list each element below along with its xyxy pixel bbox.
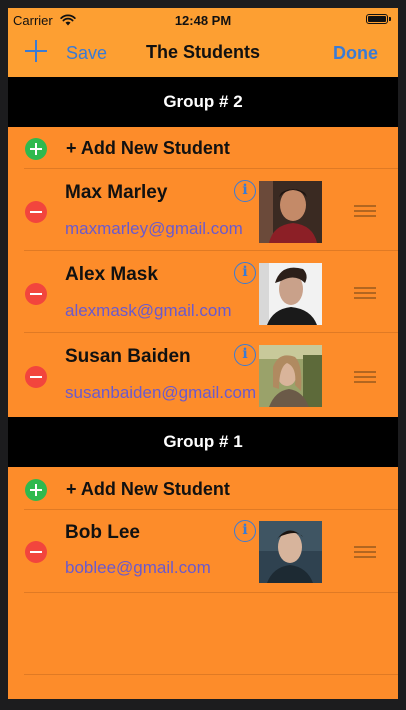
section-header-group-2: Group # 2 (8, 77, 398, 127)
delete-circle-icon[interactable] (25, 366, 47, 388)
status-bar: Carrier 12:48 PM (8, 8, 398, 30)
student-photo (259, 263, 322, 325)
student-name: Alex Mask (65, 264, 158, 285)
student-email: maxmarley@gmail.com (65, 219, 243, 238)
student-name: Max Marley (65, 182, 168, 203)
student-name: Bob Lee (65, 522, 140, 543)
add-student-row[interactable]: + Add New Student (8, 467, 398, 509)
navigation-bar: Save The Students Done (8, 30, 398, 77)
student-photo (259, 521, 322, 583)
add-student-row[interactable]: + Add New Student (8, 127, 398, 168)
info-icon[interactable]: i (234, 180, 256, 202)
student-email: alexmask@gmail.com (65, 301, 232, 320)
battery-icon (366, 14, 391, 24)
student-email: boblee@gmail.com (65, 558, 211, 577)
student-photo (259, 345, 322, 407)
student-photo (259, 181, 322, 243)
status-time: 12:48 PM (174, 13, 232, 28)
delete-circle-icon[interactable] (25, 541, 47, 563)
reorder-grip-icon[interactable] (354, 371, 376, 383)
info-icon[interactable]: i (234, 520, 256, 542)
reorder-grip-icon[interactable] (354, 546, 376, 558)
student-row[interactable]: Alex Mask alexmask@gmail.com i (8, 251, 398, 332)
student-email: susanbaiden@gmail.com (65, 383, 257, 402)
app-screen: Carrier 12:48 PM Save The Students Done … (8, 8, 398, 699)
reorder-grip-icon[interactable] (354, 205, 376, 217)
row-separator (24, 674, 398, 675)
reorder-grip-icon[interactable] (354, 287, 376, 299)
row-separator (24, 592, 398, 593)
student-name: Susan Baiden (65, 346, 191, 367)
delete-circle-icon[interactable] (25, 283, 47, 305)
info-icon[interactable]: i (234, 262, 256, 284)
done-button[interactable]: Done (333, 43, 378, 64)
delete-circle-icon[interactable] (25, 201, 47, 223)
student-row[interactable]: Susan Baiden susanbaiden@gmail.com i (8, 333, 398, 417)
section-header-group-1: Group # 1 (8, 417, 398, 467)
add-circle-icon[interactable] (25, 479, 47, 501)
add-student-label[interactable]: + Add New Student (66, 479, 230, 500)
student-row[interactable]: Bob Lee boblee@gmail.com i (8, 510, 398, 592)
add-student-label[interactable]: + Add New Student (66, 138, 230, 159)
add-circle-icon[interactable] (25, 138, 47, 160)
student-row[interactable]: Max Marley maxmarley@gmail.com i (8, 169, 398, 250)
info-icon[interactable]: i (234, 344, 256, 366)
